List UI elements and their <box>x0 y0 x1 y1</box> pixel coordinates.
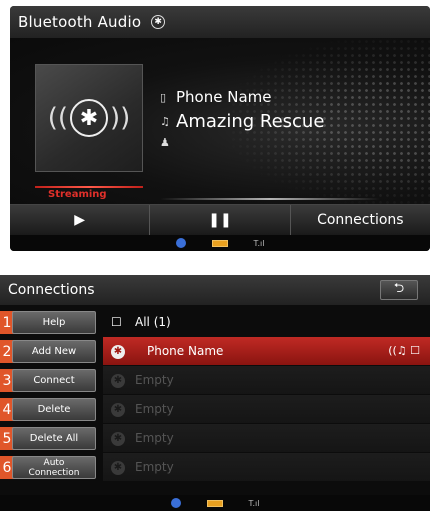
bluetooth-disabled-icon: ✱ <box>111 460 125 475</box>
playback-controls: ▶ ❚❚ Connections <box>10 204 430 235</box>
music-note-icon: ♫ <box>160 114 170 128</box>
empty-slot-label: Empty <box>135 402 174 416</box>
battery-icon <box>211 239 228 247</box>
signal-wave-right-icon: )) <box>110 103 131 133</box>
status-bar: T.ıl <box>10 235 430 251</box>
help-button[interactable]: Help <box>12 311 96 334</box>
bluetooth-status-icon <box>170 498 181 508</box>
connections-button[interactable]: Connections <box>290 205 430 235</box>
connect-button[interactable]: Connect <box>12 369 96 392</box>
device-name: Phone Name <box>147 344 224 358</box>
list-item-empty[interactable]: ✱ Empty <box>103 424 430 452</box>
signal-strength-icon: T.ıl <box>253 238 265 248</box>
album-art: (( ✱ )) <box>35 64 143 172</box>
artist-icon: ♟ <box>160 135 170 149</box>
empty-slot-label: Empty <box>135 431 174 445</box>
signal-wave-left-icon: (( <box>47 103 68 133</box>
battery-icon <box>206 499 223 507</box>
add-new-button[interactable]: Add New <box>12 340 96 363</box>
list-item-empty[interactable]: ✱ Empty <box>103 395 430 423</box>
play-button[interactable]: ▶ <box>10 205 151 235</box>
connections-title: Connections <box>8 282 95 298</box>
side-menu-row: 2 Add New <box>0 337 98 365</box>
auto-connection-button[interactable]: Auto Connection <box>12 456 96 479</box>
back-button[interactable]: ⮌ <box>380 280 418 300</box>
delete-all-button[interactable]: Delete All <box>12 427 96 450</box>
audio-phone-profile-icon: ((♫ ☐ <box>388 344 420 357</box>
side-menu-row: 5 Delete All <box>0 424 98 452</box>
streaming-status: Streaming <box>48 189 107 200</box>
empty-slot-label: Empty <box>135 373 174 387</box>
phone-icon: ▯ <box>160 90 167 104</box>
progress-glow-decoration <box>160 198 380 200</box>
connections-header: Connections ⮌ <box>0 275 430 305</box>
device-list: ☐ All (1) ✱ Phone Name ((♫ ☐ ✱ Empty ✱ E… <box>103 308 430 482</box>
side-menu-row: 1 Help <box>0 308 98 336</box>
checkbox-icon: ☐ <box>111 315 122 329</box>
list-item-device[interactable]: ✱ Phone Name ((♫ ☐ <box>103 337 430 365</box>
bluetooth-disabled-icon: ✱ <box>111 431 125 446</box>
delete-button[interactable]: Delete <box>12 398 96 421</box>
bluetooth-device-icon: ✱ <box>111 344 125 359</box>
track-info: ▯ Phone Name ♫ Amazing Rescue ♟ <box>160 86 324 150</box>
side-menu-row: 4 Delete <box>0 395 98 423</box>
now-playing-panel: (( ✱ )) Streaming ▯ Phone Name ♫ Amazing… <box>10 38 430 204</box>
signal-strength-icon: T.ıl <box>248 498 260 508</box>
bluetooth-status-icon <box>175 238 186 248</box>
connections-screen: Connections ⮌ 1 Help 2 Add New 3 Connect… <box>0 275 430 511</box>
side-menu-row: 6 Auto Connection <box>0 453 98 481</box>
side-menu-row: 3 Connect <box>0 366 98 394</box>
song-title: Amazing Rescue <box>176 110 325 132</box>
bluetooth-audio-screen: Bluetooth Audio ✱ (( ✱ )) Streaming ▯ Ph… <box>10 6 430 251</box>
streaming-indicator-line <box>35 186 143 188</box>
bluetooth-audio-header: Bluetooth Audio ✱ <box>10 6 430 38</box>
connections-side-menu: 1 Help 2 Add New 3 Connect 4 Delete 5 De… <box>0 308 98 482</box>
all-devices-label: All (1) <box>135 315 171 329</box>
bluetooth-disabled-icon: ✱ <box>111 373 125 388</box>
list-item-all[interactable]: ☐ All (1) <box>103 308 430 336</box>
page-title: Bluetooth Audio <box>18 13 142 31</box>
list-item-empty[interactable]: ✱ Empty <box>103 453 430 481</box>
bluetooth-icon: ✱ <box>151 15 166 29</box>
status-bar: T.ıl <box>0 495 430 511</box>
pause-button[interactable]: ❚❚ <box>150 205 291 235</box>
bluetooth-disabled-icon: ✱ <box>111 402 125 417</box>
phone-name: Phone Name <box>176 88 272 106</box>
empty-slot-label: Empty <box>135 460 174 474</box>
list-item-empty[interactable]: ✱ Empty <box>103 366 430 394</box>
bluetooth-large-icon: ✱ <box>70 99 108 137</box>
